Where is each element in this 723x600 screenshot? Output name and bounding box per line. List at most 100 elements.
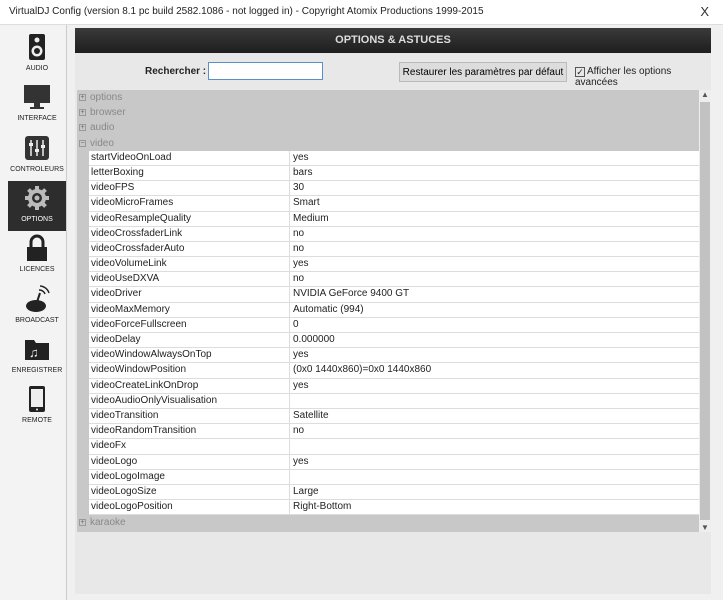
- option-name: videoLogoSize: [89, 484, 290, 500]
- table-row[interactable]: videoAudioOnlyVisualisation: [89, 393, 699, 409]
- option-value[interactable]: [290, 439, 293, 453]
- option-value[interactable]: no: [290, 227, 304, 241]
- table-row[interactable]: videoFPS 30: [89, 181, 699, 197]
- option-value[interactable]: Medium: [290, 212, 329, 226]
- option-name: videoAudioOnlyVisualisation: [89, 393, 290, 408]
- table-row[interactable]: videoCreateLinkOnDrop yes: [89, 378, 699, 394]
- show-advanced-label: Afficher les options avancées: [575, 66, 672, 88]
- option-value[interactable]: [290, 470, 293, 484]
- scrollbar[interactable]: ▲ ▼: [699, 90, 711, 532]
- svg-text:♫: ♫: [29, 345, 39, 360]
- option-value[interactable]: 0: [290, 318, 299, 332]
- option-name: videoTransition: [89, 408, 290, 424]
- option-value[interactable]: Large: [290, 485, 319, 499]
- category-label: audio: [90, 122, 115, 134]
- option-name: videoUseDXVA: [89, 272, 290, 287]
- option-value[interactable]: NVIDIA GeForce 9400 GT: [290, 287, 409, 301]
- table-row[interactable]: startVideoOnLoad yes: [89, 150, 699, 166]
- table-row[interactable]: videoLogoPosition Right-Bottom: [89, 500, 699, 516]
- option-value[interactable]: Automatic (994): [290, 303, 364, 317]
- checkbox-icon[interactable]: ✓: [575, 67, 585, 77]
- close-button[interactable]: X: [700, 4, 709, 19]
- option-value[interactable]: 0.000000: [290, 333, 335, 347]
- option-value[interactable]: yes: [290, 257, 309, 271]
- monitor-icon: [24, 83, 50, 111]
- option-value[interactable]: Smart: [290, 196, 320, 210]
- sidebar-item-label: BROADCAST: [15, 316, 59, 324]
- table-row[interactable]: videoLogoImage: [89, 469, 699, 485]
- speaker-icon: [24, 33, 50, 61]
- option-value[interactable]: Right-Bottom: [290, 500, 351, 514]
- option-value[interactable]: no: [290, 242, 304, 256]
- category-label: video: [90, 137, 114, 149]
- sidebar-item-label: ENREGISTRER: [11, 366, 63, 374]
- table-row[interactable]: videoCrossfaderAuto no: [89, 241, 699, 258]
- antenna-icon: [24, 284, 50, 313]
- table-row[interactable]: videoLogoSize Large: [89, 484, 699, 501]
- scroll-up-icon[interactable]: ▲: [699, 90, 711, 99]
- table-row[interactable]: videoVolumeLink yes: [89, 257, 699, 273]
- expand-icon[interactable]: +: [79, 109, 86, 117]
- option-value[interactable]: yes: [290, 379, 309, 393]
- scroll-down-icon[interactable]: ▼: [699, 523, 711, 532]
- option-value[interactable]: 30: [290, 181, 304, 195]
- option-value[interactable]: no: [290, 424, 304, 438]
- option-value[interactable]: bars: [290, 166, 312, 180]
- option-value[interactable]: [290, 394, 293, 408]
- option-name: videoDelay: [89, 333, 290, 348]
- expand-icon[interactable]: +: [79, 124, 86, 132]
- restore-defaults-button[interactable]: Restaurer les paramètres par défaut: [399, 62, 567, 82]
- option-value[interactable]: Satellite: [290, 409, 329, 423]
- sidebar-item-licences[interactable]: LICENCES: [8, 231, 66, 281]
- table-row[interactable]: videoDelay 0.000000: [89, 333, 699, 349]
- collapse-icon[interactable]: −: [79, 139, 86, 147]
- sidebar-item-audio[interactable]: AUDIO: [8, 30, 66, 80]
- expand-icon[interactable]: +: [79, 519, 86, 527]
- expand-icon[interactable]: +: [79, 94, 86, 101]
- table-row[interactable]: videoLogo yes: [89, 454, 699, 470]
- table-row[interactable]: videoTransition Satellite: [89, 408, 699, 425]
- search-input[interactable]: [208, 62, 323, 80]
- gear-icon: [24, 184, 50, 212]
- tablet-icon: [24, 385, 50, 413]
- option-name: videoFx: [89, 439, 290, 454]
- option-value[interactable]: yes: [290, 151, 309, 165]
- sidebar-item-controleurs[interactable]: CONTROLEURS: [8, 131, 66, 181]
- table-row[interactable]: videoCrossfaderLink no: [89, 226, 699, 242]
- sidebar-item-options[interactable]: OPTIONS: [8, 180, 66, 231]
- option-value[interactable]: no: [290, 272, 304, 286]
- table-row[interactable]: videoUseDXVA no: [89, 272, 699, 288]
- category-row[interactable]: + browser: [77, 105, 699, 120]
- sidebar: AUDIO INTERFACE CONTROLEURS OPTIONS LICENCES…: [0, 25, 67, 600]
- sidebar-item-label: AUDIO: [25, 65, 49, 72]
- table-row[interactable]: videoForceFullscreen 0: [89, 317, 699, 333]
- table-row[interactable]: videoResampleQuality Medium: [89, 211, 699, 227]
- category-row[interactable]: + options: [77, 90, 699, 105]
- options-panel: OPTIONS & ASTUCES Rechercher : Restaurer…: [75, 28, 711, 594]
- option-name: videoLogoImage: [89, 469, 290, 484]
- sidebar-item-remote[interactable]: REMOTE: [8, 382, 66, 432]
- table-row[interactable]: videoWindowAlwaysOnTop yes: [89, 348, 699, 364]
- table-row[interactable]: videoDriver NVIDIA GeForce 9400 GT: [89, 287, 699, 303]
- option-value[interactable]: yes: [290, 348, 309, 362]
- category-label: browser: [90, 107, 126, 119]
- sidebar-item-label: INTERFACE: [17, 115, 57, 123]
- table-row[interactable]: letterBoxing bars: [89, 165, 699, 182]
- category-row[interactable]: + karaoke: [77, 515, 699, 530]
- category-row[interactable]: − video: [77, 136, 699, 151]
- category-row[interactable]: + audio: [77, 120, 699, 135]
- option-value[interactable]: (0x0 1440x860)=0x0 1440x860: [290, 363, 431, 377]
- sidebar-item-interface[interactable]: INTERFACE: [8, 80, 66, 130]
- table-row[interactable]: videoRandomTransition no: [89, 424, 699, 440]
- table-row[interactable]: videoFx: [89, 439, 699, 455]
- show-advanced-checkbox[interactable]: ✓ Afficher les options avancées: [575, 66, 711, 88]
- table-row[interactable]: videoWindowPosition (0x0 1440x860)=0x0 14…: [89, 363, 699, 379]
- scroll-thumb[interactable]: [700, 102, 710, 520]
- sidebar-item-enregistrer[interactable]: ♫ ENREGISTRER: [8, 332, 66, 382]
- option-value[interactable]: yes: [290, 455, 309, 469]
- option-name: videoWindowAlwaysOnTop: [89, 348, 290, 363]
- sidebar-item-broadcast[interactable]: BROADCAST: [8, 282, 66, 332]
- table-row[interactable]: videoMicroFrames Smart: [89, 196, 699, 212]
- table-row[interactable]: videoMaxMemory Automatic (994): [89, 302, 699, 318]
- window-title: VirtualDJ Config (version 8.1 pc build 2…: [9, 6, 484, 17]
